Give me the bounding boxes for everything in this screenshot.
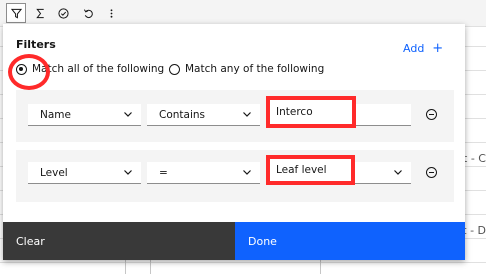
radio-unchecked-icon[interactable] <box>169 63 180 75</box>
add-label: Add <box>403 42 425 55</box>
condition-row: Name Contains Interco <box>16 90 454 142</box>
panel-title: Filters <box>16 38 56 51</box>
toolbar <box>0 0 486 27</box>
chevron-down-icon <box>393 167 403 180</box>
chevron-down-icon <box>242 167 252 180</box>
chevron-down-icon <box>242 109 252 122</box>
value-select-highlight: Leaf level <box>266 155 355 185</box>
match-any-label: Match any of the following <box>185 63 325 75</box>
overflow-menu-icon[interactable] <box>101 3 121 23</box>
filter-icon[interactable] <box>6 3 26 23</box>
operator-select[interactable]: Contains <box>147 104 260 126</box>
undo-icon[interactable] <box>78 3 98 23</box>
field-select-value: Level <box>40 166 68 179</box>
field-select[interactable]: Name <box>28 104 141 126</box>
plus-icon: + <box>432 41 444 56</box>
clear-button-label: Clear <box>16 234 45 248</box>
done-button[interactable]: Done <box>235 222 465 260</box>
done-button-label: Done <box>248 234 277 248</box>
highlight-circle-annotation <box>8 54 50 90</box>
operator-select-value: Contains <box>159 108 206 121</box>
value-input-highlight: Interco <box>266 96 356 128</box>
remove-condition-icon[interactable] <box>426 167 437 178</box>
check-circle-icon[interactable] <box>53 3 73 23</box>
sum-icon[interactable] <box>30 3 50 23</box>
chevron-down-icon <box>123 109 133 122</box>
match-any-option[interactable]: Match any of the following <box>169 63 324 75</box>
field-select[interactable]: Level <box>28 162 141 184</box>
clear-button[interactable]: Clear <box>3 222 235 260</box>
value-select-text: Leaf level <box>276 164 327 176</box>
add-condition-button[interactable]: Add + <box>403 42 443 55</box>
operator-select[interactable]: = <box>147 162 260 184</box>
match-all-label: Match all of the following <box>32 63 165 75</box>
chevron-down-icon <box>123 167 133 180</box>
field-select-value: Name <box>40 108 71 121</box>
condition-row: Level = Leaf level <box>16 150 454 202</box>
value-input-text: Interco <box>276 106 313 118</box>
operator-select-value: = <box>159 166 168 179</box>
remove-condition-icon[interactable] <box>426 109 437 120</box>
filter-panel: Filters Add + Match all of the following… <box>3 24 465 260</box>
